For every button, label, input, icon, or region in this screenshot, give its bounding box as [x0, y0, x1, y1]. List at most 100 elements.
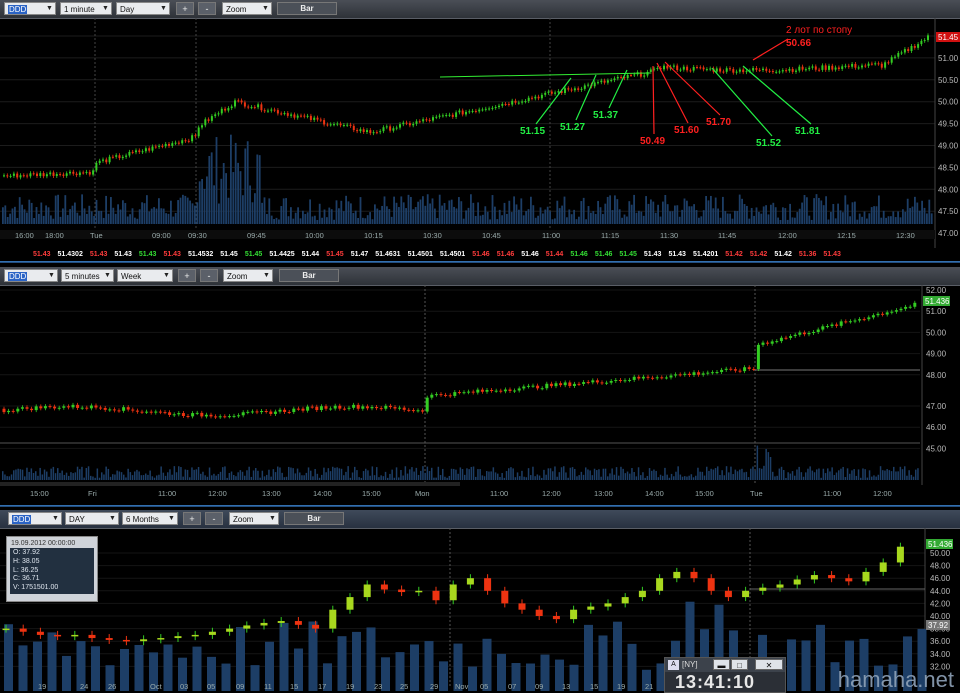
zoom-select-3[interactable]: Zoom ▼	[229, 512, 279, 525]
volume-bar	[722, 196, 724, 224]
bar-style-button-1[interactable]: Bar	[277, 2, 337, 15]
volume-bar	[606, 196, 609, 224]
range-select-2[interactable]: Week ▼	[117, 269, 173, 282]
time-tick-label: Nov	[455, 682, 469, 691]
candle-body	[338, 405, 342, 409]
maximize-button[interactable]: □	[731, 659, 748, 670]
zoom-in-button-1[interactable]: +	[176, 2, 194, 15]
candle-body	[697, 372, 701, 375]
chart-5min[interactable]: 52.0051.0050.0049.0048.0047.0046.0045.00…	[0, 285, 960, 505]
scrollbar	[0, 482, 460, 486]
volume-bar	[923, 207, 926, 224]
zoom-out-button-1[interactable]: -	[198, 2, 216, 15]
volume-bar	[743, 472, 745, 480]
volume-bar	[203, 188, 206, 224]
time-tick-label: 13:00	[262, 489, 281, 498]
candle-body	[171, 143, 174, 146]
candle-body	[587, 84, 590, 86]
volume-bar	[124, 203, 127, 224]
panel-separator[interactable]	[0, 505, 960, 507]
time-tick-label: Tue	[90, 231, 103, 240]
annotation-arrow	[664, 61, 721, 116]
volume-bar	[458, 197, 460, 224]
symbol-field-3[interactable]: DDD ▼	[8, 512, 62, 525]
tape-price: 51.46	[496, 251, 515, 258]
symbol-field-1[interactable]: DDD ▼	[4, 2, 56, 15]
chevron-down-icon[interactable]: ▼	[260, 3, 271, 14]
chevron-down-icon[interactable]: ▼	[46, 270, 57, 281]
volume-bar	[808, 215, 811, 224]
chevron-down-icon[interactable]: ▼	[100, 3, 111, 14]
candle-body	[689, 70, 692, 72]
minimize-button[interactable]: ▬	[713, 659, 730, 670]
clock-window[interactable]: A [NY] ▬ □ ✕ 13:41:10	[664, 657, 786, 693]
tape-price: 51.42	[774, 251, 792, 258]
volume-bar	[268, 469, 270, 480]
chevron-down-icon[interactable]: ▼	[267, 513, 278, 524]
chevron-down-icon[interactable]: ▼	[50, 513, 61, 524]
chevron-down-icon[interactable]: ▼	[261, 270, 272, 281]
volume-bar	[192, 646, 202, 691]
close-button[interactable]: ✕	[755, 659, 783, 670]
candle-body	[204, 119, 207, 126]
interval-select-2[interactable]: 5 minutes ▼	[61, 269, 114, 282]
volume-bar	[532, 205, 535, 224]
volume-bar	[633, 194, 635, 224]
chevron-down-icon[interactable]: ▼	[161, 270, 172, 281]
volume-bar	[4, 205, 7, 224]
clock-window-titlebar[interactable]: A [NY] ▬ □ ✕	[665, 658, 785, 672]
candle-body	[220, 108, 223, 114]
chevron-down-icon[interactable]: ▼	[102, 270, 113, 281]
candle-body	[421, 410, 425, 412]
volume-bar	[110, 197, 112, 224]
zoom-select-1[interactable]: Zoom ▼	[222, 2, 272, 15]
candle-body	[157, 638, 165, 640]
volume-bar	[830, 211, 832, 224]
zoom-out-button-3[interactable]: -	[205, 512, 223, 525]
symbol-field-2[interactable]: DDD ▼	[4, 269, 58, 282]
chevron-down-icon[interactable]: ▼	[158, 3, 169, 14]
candle-body	[503, 389, 507, 392]
candle-body	[679, 69, 682, 71]
volume-bar	[83, 477, 85, 480]
interval-select-1[interactable]: 1 minute ▼	[60, 2, 112, 15]
candle-body	[197, 127, 200, 137]
volume-bar	[908, 470, 910, 480]
volume-bar	[613, 474, 616, 480]
zoom-in-button-2[interactable]: +	[178, 269, 196, 282]
candle-body	[903, 49, 906, 53]
candle-body	[582, 382, 586, 384]
bar-style-button-3[interactable]: Bar	[284, 512, 344, 525]
volume-bar	[134, 471, 136, 480]
zoom-out-button-2[interactable]: -	[200, 269, 218, 282]
chevron-down-icon[interactable]: ▼	[166, 513, 177, 524]
bar-style-button-2[interactable]: Bar	[279, 269, 339, 282]
interval-select-3[interactable]: DAY ▼	[65, 512, 119, 525]
chevron-down-icon[interactable]: ▼	[44, 3, 55, 14]
candle-body	[591, 380, 595, 383]
volume-bar	[129, 214, 131, 224]
candle-body	[696, 66, 698, 68]
zoom-in-button-3[interactable]: +	[183, 512, 201, 525]
candle-body	[656, 578, 664, 591]
candle-body	[738, 370, 742, 372]
volume-bar	[750, 468, 752, 480]
candle-body	[283, 409, 287, 412]
range-select-3[interactable]: 6 Months ▼	[122, 512, 178, 525]
zoom-select-2[interactable]: Zoom ▼	[223, 269, 273, 282]
candle-body	[474, 110, 477, 112]
candle-body	[66, 406, 70, 408]
candle-body	[729, 68, 731, 70]
volume-bar	[472, 202, 475, 224]
panel-separator[interactable]	[0, 261, 960, 263]
candle-body	[365, 406, 369, 409]
volume-bar	[149, 470, 151, 480]
volume-bar	[614, 195, 616, 224]
candle-body	[626, 74, 629, 79]
range-select-1[interactable]: Day ▼	[116, 2, 170, 15]
chevron-down-icon[interactable]: ▼	[107, 513, 118, 524]
chart-day[interactable]: 50.0048.0046.0044.0042.0040.0038.0036.00…	[0, 528, 960, 691]
candle-body	[544, 92, 547, 95]
chart-1min[interactable]: 51.5051.0050.5050.0049.5049.0048.5048.00…	[0, 18, 960, 262]
candle-body	[877, 63, 880, 65]
